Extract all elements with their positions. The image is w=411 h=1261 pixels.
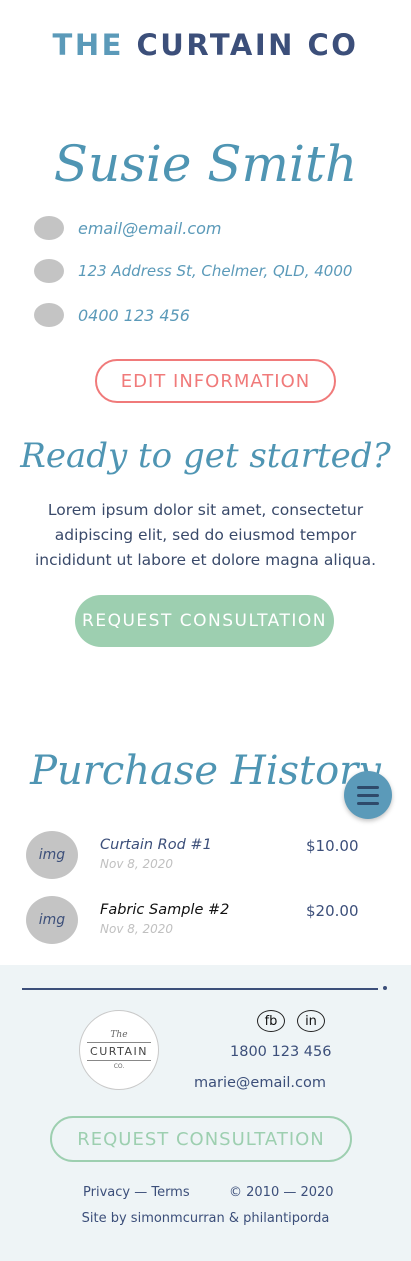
contact-email-row: email@email.com	[34, 214, 222, 242]
footer-phone[interactable]: 1800 123 456	[230, 1044, 331, 1060]
product-price: $10.00	[306, 837, 359, 855]
site-credit: Site by simonmcurran & philantiporda	[81, 1211, 330, 1226]
brand-logo[interactable]: THE CURTAIN CO	[0, 28, 411, 62]
footer-email[interactable]: marie@email.com	[194, 1075, 326, 1091]
facebook-icon[interactable]: fb	[257, 1010, 285, 1032]
copyright: © 2010 — 2020	[229, 1185, 334, 1200]
purchase-item[interactable]: img Fabric Sample #2 Nov 8, 2020 $20.00	[26, 896, 366, 944]
hamburger-icon-bar	[357, 801, 379, 805]
email-icon	[34, 216, 64, 240]
request-consultation-button[interactable]: REQUEST CONSULTATION	[75, 595, 334, 647]
footer-divider	[22, 988, 378, 990]
footer-logo[interactable]: The CURTAIN CO.	[79, 1010, 159, 1090]
hamburger-icon	[357, 785, 379, 789]
logo-the: The	[110, 1030, 128, 1040]
purchase-date: Nov 8, 2020	[100, 857, 174, 871]
logo-curtain: CURTAIN	[87, 1042, 151, 1061]
footer-divider-dot	[383, 986, 387, 990]
product-name: Fabric Sample #2	[100, 902, 230, 918]
cta-body: Lorem ipsum dolor sit amet, consectetur …	[34, 501, 377, 569]
profile-name: Susie Smith	[53, 135, 358, 193]
logo-co: CO.	[113, 1063, 125, 1070]
purchase-item[interactable]: img Curtain Rod #1 Nov 8, 2020 $10.00	[26, 831, 366, 879]
menu-button[interactable]	[344, 771, 392, 819]
cta-heading: Ready to get started?	[20, 436, 391, 476]
privacy-terms-link[interactable]: Privacy — Terms	[83, 1185, 190, 1200]
footer-request-consultation-button[interactable]: REQUEST CONSULTATION	[50, 1116, 352, 1162]
linkedin-icon[interactable]: in	[297, 1010, 325, 1032]
brand-the: THE	[52, 28, 124, 62]
request-consultation-label: REQUEST CONSULTATION	[82, 611, 327, 631]
contact-email: email@email.com	[78, 218, 222, 238]
hamburger-icon-bar	[357, 793, 379, 797]
product-price: $20.00	[306, 902, 359, 920]
location-icon	[34, 259, 64, 283]
product-thumbnail: img	[26, 896, 78, 944]
contact-phone: 0400 123 456	[78, 305, 190, 325]
product-thumbnail: img	[26, 831, 78, 879]
contact-address: 123 Address St, Chelmer, QLD, 4000	[78, 262, 353, 280]
contact-phone-row: 0400 123 456	[34, 301, 190, 329]
product-name: Curtain Rod #1	[100, 837, 212, 853]
contact-address-row: 123 Address St, Chelmer, QLD, 4000	[34, 257, 352, 285]
brand-name: CURTAIN CO	[136, 28, 359, 62]
phone-icon	[34, 303, 64, 327]
edit-information-button[interactable]: EDIT INFORMATION	[95, 359, 336, 403]
purchase-date: Nov 8, 2020	[100, 922, 174, 936]
